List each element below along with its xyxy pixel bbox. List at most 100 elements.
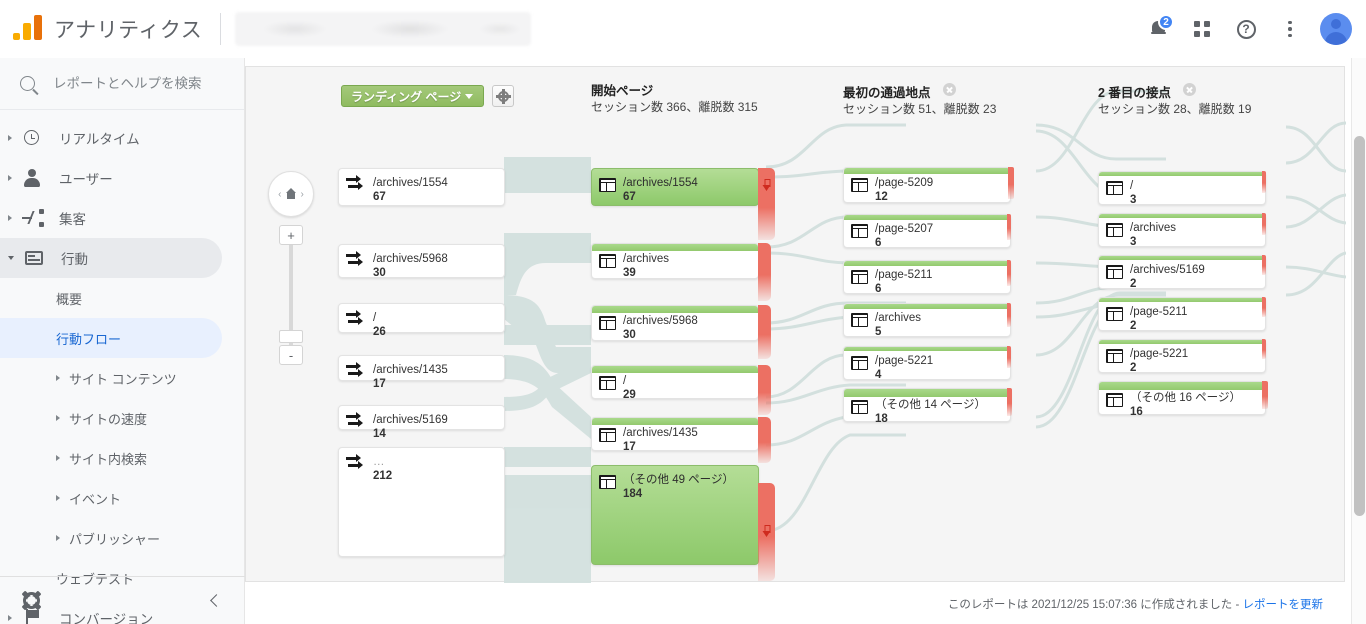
app-header: アナリティクス 2 ? (0, 0, 1366, 58)
page-icon (1106, 223, 1123, 237)
flow-node-first-0[interactable]: /page-5209 12 (843, 167, 1014, 203)
flow-node-landing-4[interactable]: /archives/5169 14 (338, 405, 505, 440)
page-icon (1106, 307, 1123, 321)
exit-bar[interactable] (1008, 167, 1014, 199)
exit-bar[interactable] (1262, 381, 1268, 409)
close-icon[interactable] (943, 83, 956, 96)
exit-bar[interactable] (1262, 171, 1266, 193)
flow-node-first-2[interactable]: /page-5211 6 (843, 260, 1011, 295)
flow-node-first-4[interactable]: /page-5221 4 (843, 346, 1011, 381)
flow-node-second-5[interactable]: （その他 16 ページ） 16 (1098, 381, 1268, 418)
header-divider (220, 13, 222, 45)
vertical-scrollbar[interactable] (1351, 40, 1366, 624)
exit-bar[interactable] (1007, 346, 1011, 368)
flow-node-landing-1[interactable]: /archives/5968 30 (338, 244, 505, 279)
node-value: 67 (623, 191, 636, 203)
page-icon (599, 316, 616, 330)
notifications-button[interactable]: 2 (1138, 9, 1178, 49)
chevron-right-icon[interactable]: › (301, 189, 304, 200)
search-input[interactable] (53, 76, 223, 91)
settings-button[interactable] (0, 592, 62, 609)
node-label: /page-5209 (875, 177, 934, 189)
flow-node-starting-5[interactable]: （その他 49 ページ） 184 (591, 465, 775, 581)
sidebar-item-behavior-flow[interactable]: 行動フロー (0, 318, 222, 358)
node-value: 184 (623, 488, 643, 500)
flow-node-starting-0[interactable]: /archives/1554 67 (591, 168, 775, 240)
zoom-slider-handle[interactable] (279, 330, 303, 343)
apps-button[interactable] (1182, 9, 1222, 49)
sidebar-item-acquisition[interactable]: 集客 (0, 198, 244, 238)
sidebar-item-site-speed[interactable]: サイトの速度 (0, 398, 244, 438)
flow-node-starting-2[interactable]: /archives/5968 30 (591, 305, 771, 359)
node-value: 16 (1130, 406, 1143, 418)
exit-bar[interactable] (1262, 297, 1266, 317)
exit-bar[interactable] (758, 483, 775, 581)
column-header-first-interaction: 最初の通過地点 セッション数 51、離脱数 23 (843, 83, 996, 117)
exit-bar[interactable] (758, 365, 771, 415)
exit-bar[interactable] (1262, 255, 1266, 275)
exit-bar[interactable] (758, 305, 771, 359)
zoom-out-button[interactable]: - (279, 345, 303, 365)
flow-node-first-1[interactable]: /page-5207 6 (843, 214, 1011, 249)
close-icon[interactable] (1183, 83, 1197, 96)
exit-bar[interactable] (758, 168, 775, 240)
node-label: /archives/1554 (623, 177, 698, 189)
column-title: 開始ページ (591, 84, 654, 98)
refresh-report-link[interactable]: レポートを更新 (1243, 596, 1324, 612)
flow-node-landing-0[interactable]: /archives/1554 67 (338, 168, 505, 206)
flow-node-second-3[interactable]: /page-5211 2 (1098, 297, 1266, 332)
dimension-settings-button[interactable] (492, 85, 514, 107)
flow-node-landing-5[interactable]: … 212 (338, 447, 505, 557)
chevron-down-icon (465, 93, 473, 99)
exit-bar[interactable] (1262, 213, 1266, 235)
flow-node-starting-3[interactable]: / 29 (591, 365, 771, 415)
exit-bar[interactable] (758, 243, 771, 301)
sidebar-item-site-search[interactable]: サイト内検索 (0, 438, 244, 478)
sidebar-item-publisher[interactable]: パブリッシャー (0, 518, 244, 558)
behavior-flow-canvas[interactable]: 開始ページ セッション数 366、離脱数 315 最初の通過地点 セッション数 … (245, 66, 1346, 583)
sidebar-item-behavior[interactable]: 行動 (0, 238, 222, 278)
flow-node-second-1[interactable]: /archives 3 (1098, 213, 1266, 248)
column-title: 最初の通過地点 (843, 83, 996, 101)
scrollbar-thumb[interactable] (1354, 136, 1365, 516)
zoom-slider[interactable]: + - (268, 225, 314, 365)
node-value: 6 (875, 283, 882, 295)
exit-bar[interactable] (758, 417, 771, 463)
sidebar-item-label: 集客 (59, 212, 86, 227)
sidebar-item-realtime[interactable]: リアルタイム (0, 118, 244, 158)
column-subtitle: セッション数 51、離脱数 23 (843, 102, 997, 116)
exit-bar[interactable] (1007, 260, 1011, 286)
chevron-right-icon (56, 535, 60, 541)
flow-node-landing-3[interactable]: /archives/1435 17 (338, 355, 505, 390)
chevron-left-icon[interactable] (210, 594, 223, 607)
page-icon (599, 475, 616, 489)
help-button[interactable]: ? (1226, 9, 1266, 49)
sidebar-item-overview[interactable]: 概要 (0, 278, 244, 318)
sidebar-item-events[interactable]: イベント (0, 478, 244, 518)
flow-node-starting-1[interactable]: /archives 39 (591, 243, 771, 301)
sidebar-item-site-content[interactable]: サイト コンテンツ (0, 358, 244, 398)
more-options-button[interactable] (1270, 9, 1310, 49)
flow-node-second-4[interactable]: /page-5221 2 (1098, 339, 1266, 374)
exit-bar[interactable] (1007, 388, 1012, 416)
page-icon (1106, 393, 1123, 407)
avatar[interactable] (1320, 13, 1352, 45)
flow-node-first-3[interactable]: /archives 5 (843, 303, 1011, 338)
page-icon (599, 376, 616, 390)
exit-bar[interactable] (1007, 303, 1011, 327)
reset-view-button[interactable]: ‹ › (268, 171, 314, 217)
flow-node-landing-2[interactable]: / 26 (338, 303, 505, 338)
zoom-in-button[interactable]: + (279, 225, 303, 245)
dimension-dropdown[interactable]: ランディング ページ (341, 85, 484, 107)
sidebar-item-users[interactable]: ユーザー (0, 158, 244, 198)
exit-bar[interactable] (1007, 214, 1011, 240)
chevron-left-icon[interactable]: ‹ (278, 189, 281, 200)
flow-node-second-0[interactable]: / 3 (1098, 171, 1266, 206)
property-selector-masked[interactable] (235, 12, 532, 46)
search-row[interactable] (0, 58, 244, 110)
flow-node-second-2[interactable]: /archives/5169 2 (1098, 255, 1266, 290)
flow-node-first-5[interactable]: （その他 14 ページ） 18 (843, 388, 1012, 425)
flow-node-starting-4[interactable]: /archives/1435 17 (591, 417, 771, 463)
exit-bar[interactable] (1262, 339, 1266, 359)
chevron-right-icon (56, 375, 60, 381)
